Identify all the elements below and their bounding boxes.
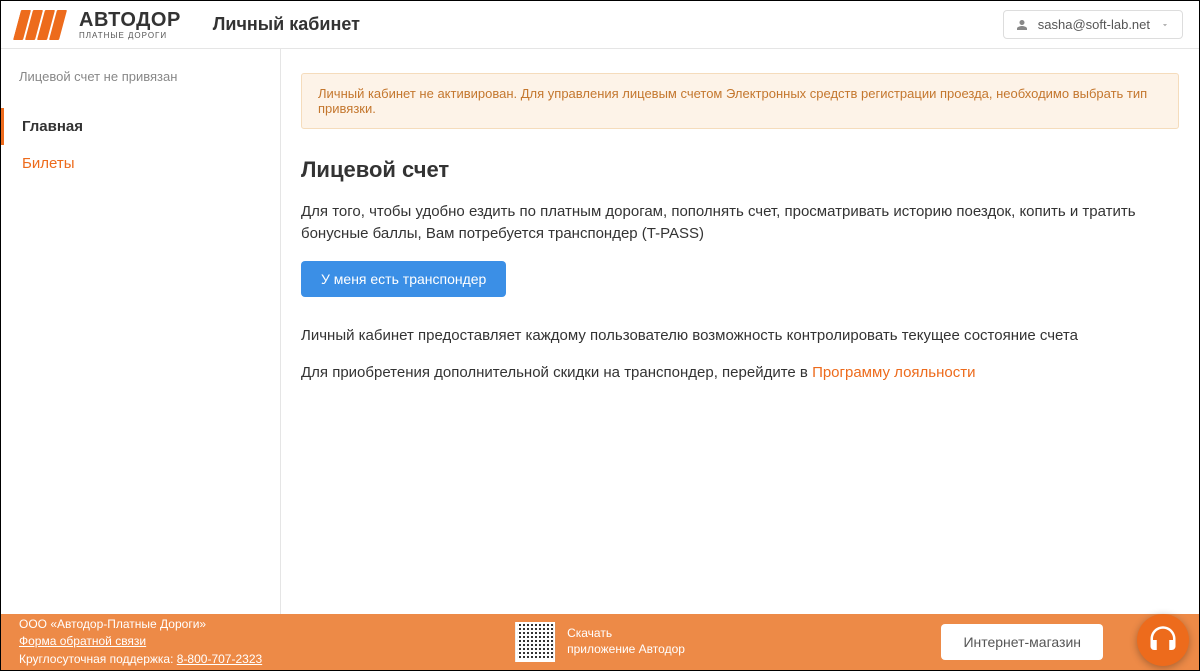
sidebar-item-home[interactable]: Главная [1,108,280,145]
footer-left: ООО «Автодор-Платные Дороги» Форма обрат… [19,617,262,668]
shop-button[interactable]: Интернет-магазин [941,624,1103,660]
sidebar-item-label: Билеты [22,155,74,172]
footer-download-text: Скачать приложение Автодор [567,626,685,657]
account-status-text: Лицевой счет не привязан [1,69,280,108]
loyalty-program-link[interactable]: Программу лояльности [812,364,975,381]
support-chat-button[interactable] [1137,614,1189,666]
user-email: sasha@soft-lab.net [1038,17,1150,32]
activation-alert: Личный кабинет не активирован. Для управ… [301,73,1179,129]
user-menu-dropdown[interactable]: sasha@soft-lab.net [1003,10,1183,39]
brand-name: АВТОДОР [79,10,181,30]
brand-subtitle: ПЛАТНЫЕ ДОРОГИ [79,32,181,40]
sidebar-item-tickets[interactable]: Билеты [1,145,280,182]
has-transponder-button[interactable]: У меня есть транспондер [301,261,506,297]
download-line2: приложение Автодор [567,642,685,658]
download-line1: Скачать [567,626,685,642]
info-text-1: Личный кабинет предоставляет каждому пол… [301,325,1179,347]
feedback-form-link[interactable]: Форма обратной связи [19,634,262,650]
footer-support-label: Круглосуточная поддержка: [19,652,177,666]
sidebar-item-label: Главная [22,118,83,135]
headset-icon [1148,625,1178,655]
sidebar: Лицевой счет не привязан Главная Билеты [1,49,281,614]
chevron-down-icon [1160,20,1170,30]
main-content: Личный кабинет не активирован. Для управ… [281,49,1199,614]
footer-support: Круглосуточная поддержка: 8-800-707-2323 [19,652,262,668]
header: АВТОДОР ПЛАТНЫЕ ДОРОГИ Личный кабинет sa… [1,1,1199,49]
footer-company: ООО «Автодор-Платные Дороги» [19,617,262,633]
info-text-2: Для приобретения дополнительной скидки н… [301,362,1179,384]
footer-download[interactable]: Скачать приложение Автодор [515,622,685,662]
brand-text: АВТОДОР ПЛАТНЫЕ ДОРОГИ [79,10,181,40]
brand-logo[interactable]: АВТОДОР ПЛАТНЫЕ ДОРОГИ [17,10,181,40]
info-text-2-prefix: Для приобретения дополнительной скидки н… [301,364,812,381]
user-icon [1016,19,1028,31]
section-title: Лицевой счет [301,157,1179,183]
qr-code-icon [515,622,555,662]
footer: ООО «Автодор-Платные Дороги» Форма обрат… [1,614,1199,670]
intro-text: Для того, чтобы удобно ездить по платным… [301,201,1179,245]
logo-stripes-icon [13,10,75,40]
page-title: Личный кабинет [213,14,360,35]
support-phone-link[interactable]: 8-800-707-2323 [177,652,262,666]
alert-text: Личный кабинет не активирован. Для управ… [318,86,1147,116]
